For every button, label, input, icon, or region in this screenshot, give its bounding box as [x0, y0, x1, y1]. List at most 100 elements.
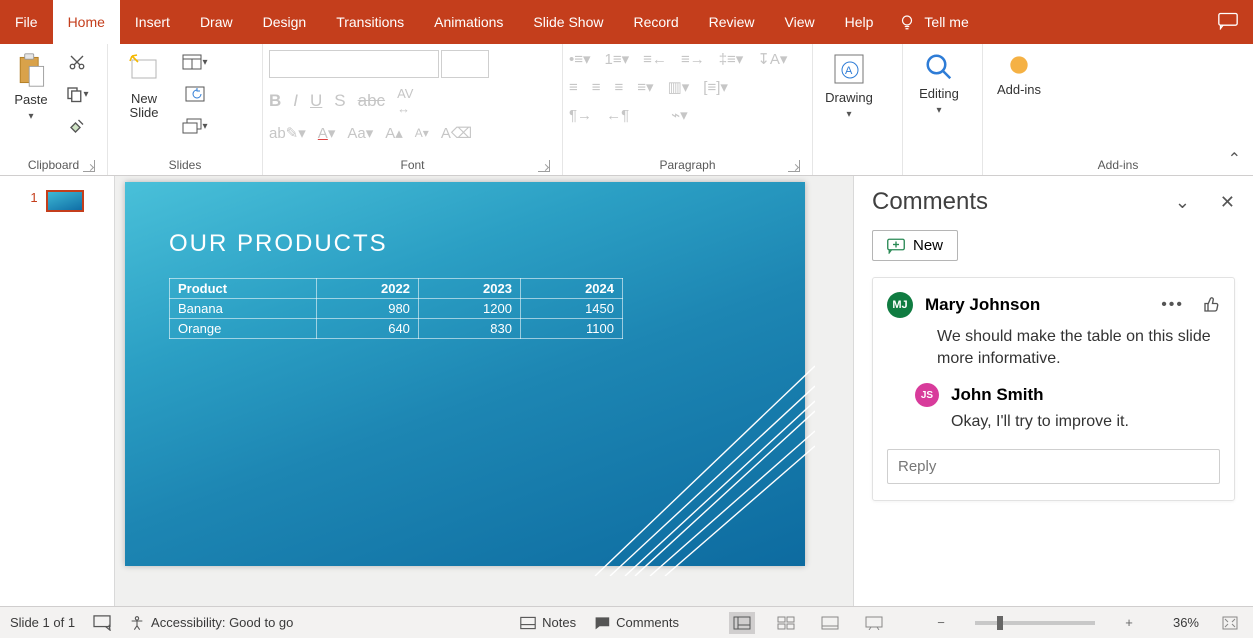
char-spacing-button[interactable]: AV↔	[397, 86, 413, 116]
dialog-launcher-icon[interactable]	[788, 160, 800, 172]
reading-view-icon	[821, 616, 839, 630]
rtl-button[interactable]: ←¶	[606, 107, 629, 124]
indent-dec-button[interactable]: ≡←	[643, 51, 667, 68]
fit-window-button[interactable]	[1217, 612, 1243, 634]
tab-view[interactable]: View	[770, 0, 830, 44]
copy-button[interactable]: ▾	[62, 80, 92, 108]
tab-insert[interactable]: Insert	[120, 0, 185, 44]
slideshow-view-button[interactable]	[861, 612, 887, 634]
more-icon[interactable]: •••	[1161, 296, 1184, 314]
slide-table[interactable]: Product 2022 2023 2024 Banana 980 1200 1…	[169, 278, 623, 339]
dialog-launcher-icon[interactable]	[83, 160, 95, 172]
notes-status-icon[interactable]	[93, 615, 111, 631]
paste-button[interactable]: Paste ▾	[6, 48, 56, 153]
new-comment-button[interactable]: New	[872, 230, 958, 261]
grow-font-button[interactable]: A▴	[385, 124, 403, 142]
section-button[interactable]: ▾	[180, 112, 210, 140]
zoom-in-button[interactable]: +	[1121, 615, 1137, 630]
zoom-slider[interactable]	[975, 621, 1095, 625]
align-text-button[interactable]: [≡]▾	[703, 78, 728, 96]
editing-label: Editing	[919, 86, 959, 101]
menu-tabs: File Home Insert Draw Design Transitions…	[0, 0, 1253, 44]
tab-draw[interactable]: Draw	[185, 0, 248, 44]
slide-1[interactable]: OUR PRODUCTS Product 2022 2023 2024 Bana…	[125, 182, 805, 566]
tell-me[interactable]: Tell me	[898, 0, 968, 44]
underline-button[interactable]: U	[310, 91, 322, 111]
text-direction-button[interactable]: ↧A▾	[757, 50, 787, 68]
editing-button[interactable]: Editing▾	[909, 48, 969, 153]
align-left-button[interactable]: ≡	[569, 79, 578, 96]
zoom-level[interactable]: 36%	[1155, 615, 1199, 630]
chevron-down-icon[interactable]: ⌄	[1175, 192, 1190, 213]
tab-file[interactable]: File	[0, 0, 53, 44]
tab-slideshow[interactable]: Slide Show	[518, 0, 618, 44]
collapse-ribbon-icon[interactable]: ⌃	[1228, 149, 1241, 169]
change-case-button[interactable]: Aa▾	[347, 124, 373, 142]
clear-format-button[interactable]: A⌫	[441, 124, 472, 142]
comments-button[interactable]: Comments	[594, 615, 679, 630]
thumbs-up-icon[interactable]	[1202, 296, 1220, 314]
notes-button[interactable]: Notes	[520, 615, 576, 630]
zoom-out-button[interactable]: −	[933, 615, 949, 630]
drawing-label: Drawing	[825, 90, 873, 105]
indent-inc-button[interactable]: ≡→	[681, 51, 705, 68]
comments-pane: Comments ⌄ ✕ New MJ Mary Johnson ••• We …	[853, 176, 1253, 606]
bold-button[interactable]: B	[269, 91, 281, 111]
highlight-button[interactable]: ab✎▾	[269, 124, 306, 142]
columns-button[interactable]: ▥▾	[668, 78, 690, 96]
thumbnail-1[interactable]: 1	[30, 190, 83, 212]
th-2022: 2022	[316, 279, 418, 299]
addins-button[interactable]: Add-ins	[989, 48, 1049, 153]
font-family-select[interactable]	[269, 50, 439, 78]
tab-review[interactable]: Review	[694, 0, 770, 44]
group-addins: Add-ins Add-ins ⌃	[983, 44, 1253, 175]
tab-transitions[interactable]: Transitions	[321, 0, 419, 44]
reading-view-button[interactable]	[817, 612, 843, 634]
tab-design[interactable]: Design	[248, 0, 322, 44]
tab-home[interactable]: Home	[53, 0, 120, 44]
close-icon[interactable]: ✕	[1220, 192, 1235, 213]
font-color-button[interactable]: A▾	[318, 124, 336, 142]
smartart-button[interactable]: ⌁▾	[671, 106, 688, 124]
align-right-button[interactable]: ≡	[615, 79, 624, 96]
group-font-label: Font	[400, 158, 424, 172]
cell: Banana	[170, 299, 317, 319]
group-slides-label: Slides	[169, 158, 202, 172]
copy-icon	[65, 85, 83, 103]
sorter-view-button[interactable]	[773, 612, 799, 634]
cut-button[interactable]	[62, 48, 92, 76]
notes-label: Notes	[542, 615, 576, 630]
addins-label: Add-ins	[997, 82, 1041, 97]
tab-animations[interactable]: Animations	[419, 0, 518, 44]
numbering-button[interactable]: 1≡▾	[605, 50, 630, 68]
workspace: 1 OUR PRODUCTS Product 2022 2023 2024 Ba…	[0, 176, 1253, 606]
reply-author: John Smith	[951, 385, 1044, 405]
slide-canvas[interactable]: OUR PRODUCTS Product 2022 2023 2024 Bana…	[115, 176, 853, 606]
font-size-select[interactable]	[441, 50, 489, 78]
layout-button[interactable]: ▾	[180, 48, 210, 76]
tab-record[interactable]: Record	[618, 0, 693, 44]
bullets-button[interactable]: •≡▾	[569, 50, 591, 68]
reset-icon	[185, 86, 205, 102]
shadow-button[interactable]: S	[334, 91, 345, 111]
align-center-button[interactable]: ≡	[592, 79, 601, 96]
strike-button[interactable]: abc	[358, 91, 385, 111]
ltr-button[interactable]: ¶→	[569, 107, 592, 124]
normal-view-button[interactable]	[729, 612, 755, 634]
slide-title[interactable]: OUR PRODUCTS	[169, 230, 388, 258]
italic-button[interactable]: I	[293, 91, 298, 111]
reset-button[interactable]	[180, 80, 210, 108]
cell: 1200	[418, 299, 520, 319]
zoom-slider-thumb[interactable]	[997, 616, 1003, 630]
drawing-button[interactable]: A Drawing▾	[819, 48, 879, 153]
justify-button[interactable]: ≡▾	[637, 78, 653, 96]
dialog-launcher-icon[interactable]	[538, 160, 550, 172]
shrink-font-button[interactable]: A▾	[415, 126, 429, 140]
line-spacing-button[interactable]: ‡≡▾	[719, 50, 744, 68]
format-painter-button[interactable]	[62, 112, 92, 140]
tab-help[interactable]: Help	[830, 0, 889, 44]
reply-input[interactable]: Reply	[887, 449, 1220, 484]
accessibility-status[interactable]: Accessibility: Good to go	[129, 615, 293, 631]
comments-toggle-icon[interactable]	[1218, 12, 1238, 30]
new-slide-button[interactable]: New Slide	[114, 48, 174, 153]
